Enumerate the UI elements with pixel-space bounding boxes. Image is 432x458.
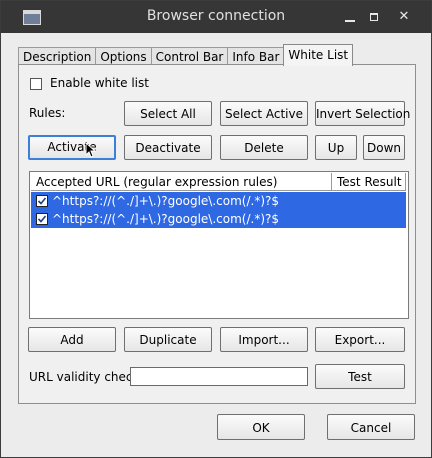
mouse-pointer-icon [86,143,96,158]
rule-checkbox[interactable] [36,213,48,225]
enable-white-list-label: Enable white list [50,76,149,90]
select-all-button[interactable]: Select All [124,101,212,126]
tab-bar: Description Options Control Bar Info Bar… [18,44,354,66]
invert-selection-button[interactable]: Invert Selection [315,101,410,126]
close-icon[interactable]: ✕ [397,10,411,24]
list-item[interactable]: ^https?://(^./]+\.)?google\.com(/.*)?$ [31,210,406,228]
cancel-button[interactable]: Cancel [327,414,415,440]
rules-list[interactable]: Accepted URL (regular expression rules) … [29,171,409,319]
rule-url: ^https?://(^./]+\.)?google\.com(/.*)?$ [52,194,280,208]
up-button[interactable]: Up [315,135,357,160]
delete-button[interactable]: Delete [220,135,308,160]
column-header-url[interactable]: Accepted URL (regular expression rules) [31,173,332,191]
list-item[interactable]: ^https?://(^./]+\.)?google\.com(/.*)?$ [31,192,406,210]
check-icon [37,197,47,205]
maximize-icon[interactable] [367,10,381,24]
check-icon [37,215,47,223]
dialog-window: Browser connection ✕ Description Options… [0,0,432,458]
enable-white-list-checkbox[interactable] [30,78,42,90]
title-bar[interactable]: Browser connection ✕ [1,1,431,33]
rules-label: Rules: [29,106,66,120]
rule-checkbox[interactable] [36,195,48,207]
import-button[interactable]: Import... [220,327,308,352]
test-button[interactable]: Test [315,364,405,389]
url-validity-check-label: URL validity check [29,370,140,384]
add-button[interactable]: Add [28,327,116,352]
ok-button[interactable]: OK [217,414,305,440]
minimize-icon[interactable] [343,10,357,24]
column-header-test-result[interactable]: Test Result [332,173,406,191]
activate-button[interactable]: Activate [28,135,116,160]
tab-white-list[interactable]: White List [283,44,354,66]
select-active-button[interactable]: Select Active [220,101,308,126]
duplicate-button[interactable]: Duplicate [124,327,212,352]
deactivate-button[interactable]: Deactivate [124,135,212,160]
rule-url: ^https?://(^./]+\.)?google\.com(/.*)?$ [52,212,280,226]
url-validity-input[interactable] [130,367,308,386]
export-button[interactable]: Export... [315,327,405,352]
down-button[interactable]: Down [363,135,405,160]
